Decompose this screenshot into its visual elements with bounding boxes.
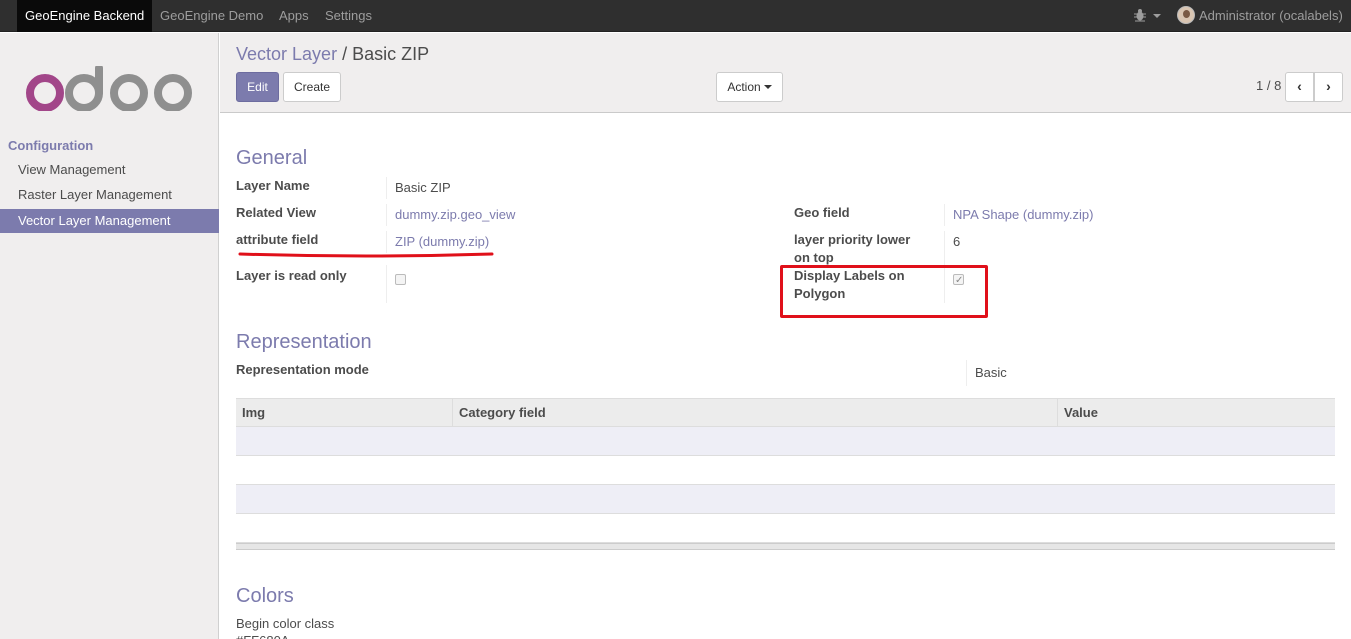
read-only-checkbox[interactable] bbox=[395, 274, 406, 285]
pager-previous-button[interactable]: ‹ bbox=[1285, 72, 1314, 102]
top-navbar: GeoEngine Backend GeoEngine Demo Apps Se… bbox=[0, 0, 1351, 32]
pager-next-button[interactable]: › bbox=[1314, 72, 1343, 102]
table-row bbox=[236, 485, 1335, 514]
app-menu-geoengine-backend[interactable]: GeoEngine Backend bbox=[17, 0, 153, 32]
table-row bbox=[236, 514, 1335, 543]
breadcrumb-parent[interactable]: Vector Layer bbox=[236, 44, 337, 64]
layer-name-label: Layer Name bbox=[236, 178, 310, 193]
control-panel: Vector Layer / Basic ZIP Edit Create Act… bbox=[220, 33, 1351, 113]
layer-name-value: Basic ZIP bbox=[386, 177, 451, 199]
column-header-category-field[interactable]: Category field bbox=[452, 399, 546, 426]
chevron-down-icon bbox=[1153, 14, 1162, 18]
pager-value[interactable]: 1 / 8 bbox=[1256, 78, 1281, 93]
column-header-img[interactable]: Img bbox=[236, 399, 265, 426]
action-dropdown[interactable]: Action bbox=[716, 72, 783, 102]
avatar bbox=[1177, 6, 1195, 24]
column-header-value[interactable]: Value bbox=[1057, 399, 1098, 426]
priority-label: layer priority lower on top bbox=[794, 231, 910, 267]
geo-field-value[interactable]: NPA Shape (dummy.zip) bbox=[944, 204, 1093, 226]
table-row bbox=[236, 456, 1335, 485]
priority-label-line-1: layer priority lower bbox=[794, 232, 911, 247]
breadcrumb-current: Basic ZIP bbox=[352, 44, 430, 64]
chevron-left-icon: ‹ bbox=[1297, 78, 1302, 94]
chevron-right-icon: › bbox=[1326, 78, 1331, 94]
sidebar-item-view-management[interactable]: View Management bbox=[0, 158, 219, 182]
table-footer bbox=[236, 543, 1335, 550]
annotation-underline bbox=[238, 252, 494, 258]
user-name: Administrator (ocalabels) bbox=[1199, 8, 1343, 23]
bug-icon bbox=[1134, 9, 1146, 22]
representation-mode-label: Representation mode bbox=[236, 362, 369, 377]
section-title-general: General bbox=[236, 147, 308, 169]
table-row bbox=[236, 427, 1335, 456]
annotation-box bbox=[780, 265, 988, 318]
begin-color-value: #FF680A bbox=[236, 633, 289, 639]
related-view-value[interactable]: dummy.zip.geo_view bbox=[386, 204, 515, 226]
sidebar-section-configuration: Configuration bbox=[8, 138, 94, 153]
sidebar-item-raster-layer-management[interactable]: Raster Layer Management bbox=[0, 183, 219, 207]
attribute-field-label: attribute field bbox=[236, 232, 319, 247]
form-view: General Layer Name Basic ZIP Related Vie… bbox=[220, 114, 1351, 639]
section-title-colors: Colors bbox=[236, 585, 294, 607]
breadcrumb: Vector Layer / Basic ZIP bbox=[236, 44, 429, 65]
sidebar: Configuration View Management Raster Lay… bbox=[0, 33, 219, 639]
app-menu-geoengine-demo[interactable]: GeoEngine Demo bbox=[152, 0, 271, 32]
sidebar-item-vector-layer-management[interactable]: Vector Layer Management bbox=[0, 209, 219, 233]
representation-table-header: Img Category field Value bbox=[236, 398, 1335, 427]
app-menu-settings[interactable]: Settings bbox=[317, 0, 380, 32]
odoo-logo bbox=[26, 66, 192, 111]
section-title-representation: Representation bbox=[236, 331, 372, 353]
begin-color-label: Begin color class bbox=[236, 616, 335, 631]
representation-mode-value: Basic bbox=[966, 360, 1007, 386]
geo-field-label: Geo field bbox=[794, 205, 850, 220]
read-only-label: Layer is read only bbox=[236, 268, 347, 283]
chevron-down-icon bbox=[763, 85, 772, 89]
debug-menu[interactable] bbox=[1133, 8, 1163, 24]
related-view-label: Related View bbox=[236, 205, 316, 220]
app-menu-apps[interactable]: Apps bbox=[271, 0, 317, 32]
create-button[interactable]: Create bbox=[283, 72, 341, 102]
priority-value: 6 bbox=[944, 231, 960, 267]
read-only-field bbox=[386, 265, 406, 303]
edit-button[interactable]: Edit bbox=[236, 72, 279, 102]
breadcrumb-separator: / bbox=[342, 44, 348, 64]
user-menu[interactable]: Administrator (ocalabels) bbox=[1177, 0, 1343, 32]
action-label: Action bbox=[727, 80, 761, 94]
